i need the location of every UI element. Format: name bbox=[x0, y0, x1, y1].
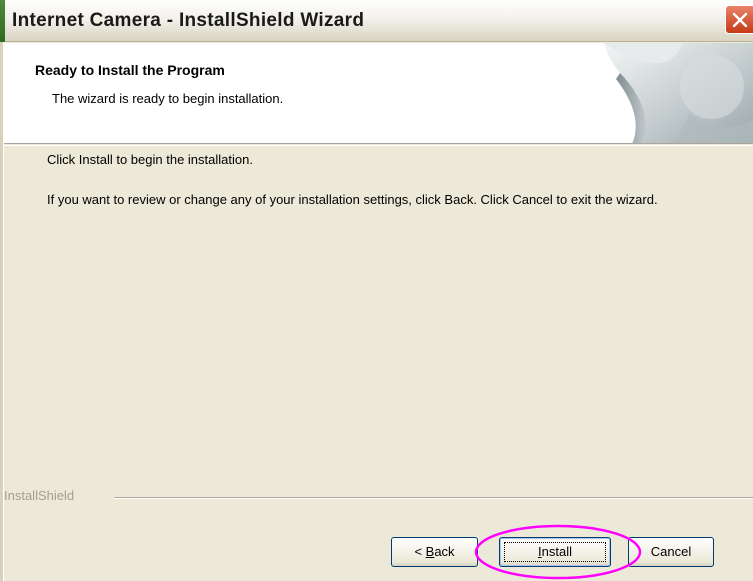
back-button-label: < Back bbox=[414, 544, 455, 559]
title-bar[interactable]: Internet Camera - InstallShield Wizard bbox=[0, 0, 753, 42]
header-separator bbox=[4, 145, 753, 146]
wizard-header: Ready to Install the Program The wizard … bbox=[4, 43, 753, 144]
back-button[interactable]: < Back bbox=[391, 537, 478, 567]
close-button[interactable] bbox=[725, 5, 753, 34]
cancel-button-label: Cancel bbox=[650, 544, 692, 559]
page-subtitle: The wizard is ready to begin installatio… bbox=[52, 91, 284, 106]
close-icon bbox=[732, 12, 748, 28]
footer-divider bbox=[114, 497, 753, 499]
window-title: Internet Camera - InstallShield Wizard bbox=[12, 10, 365, 31]
page-title: Ready to Install the Program bbox=[35, 62, 225, 78]
review-settings-text: If you want to review or change any of y… bbox=[47, 192, 658, 207]
installshield-page-curl-graphic bbox=[594, 43, 753, 143]
installer-window: Internet Camera - InstallShield Wizard R… bbox=[0, 0, 753, 581]
installshield-brand-label: InstallShield bbox=[4, 488, 75, 503]
install-focus-rect bbox=[504, 542, 606, 562]
instruction-text: Click Install to begin the installation. bbox=[47, 152, 253, 167]
cancel-button[interactable]: Cancel bbox=[628, 537, 714, 567]
title-bar-accent bbox=[0, 0, 5, 42]
install-button[interactable]: Install bbox=[499, 537, 611, 567]
